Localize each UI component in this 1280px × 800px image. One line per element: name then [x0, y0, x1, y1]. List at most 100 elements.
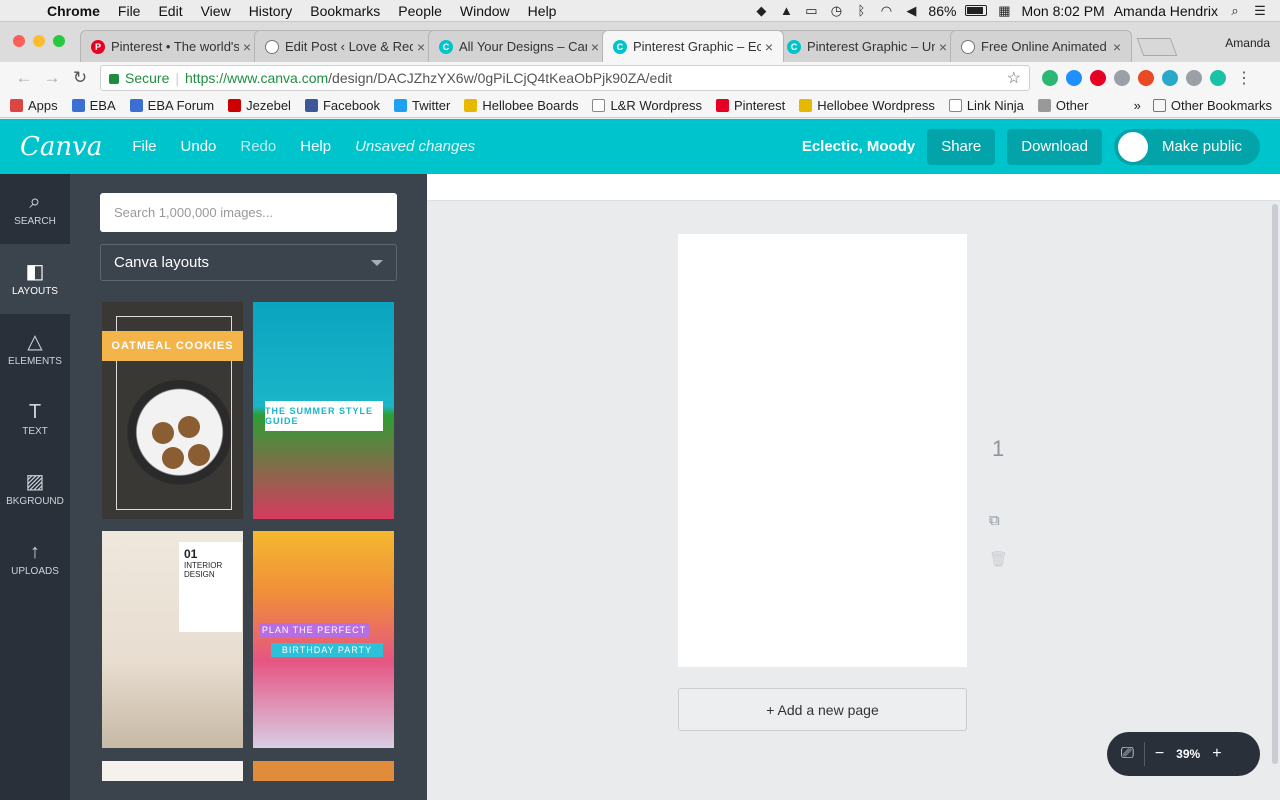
browser-tab[interactable]: Free Online Animated GIF ×	[950, 30, 1132, 62]
menu-app-chrome[interactable]: Chrome	[38, 3, 109, 19]
rail-item-bkground[interactable]: ▨ BKGROUND	[0, 454, 70, 524]
close-tab-icon[interactable]: ×	[591, 39, 599, 55]
keyboard-icon[interactable]: ▦	[996, 3, 1012, 18]
extension-octopus-icon[interactable]	[1162, 70, 1178, 86]
menu-bookmarks[interactable]: Bookmarks	[301, 3, 389, 19]
zoom-window-button[interactable]	[53, 35, 65, 47]
redo-button[interactable]: Redo	[240, 138, 276, 155]
help-menu[interactable]: Help	[300, 138, 331, 155]
display-icon[interactable]: ▭	[803, 3, 819, 18]
back-icon[interactable]: ←	[10, 68, 38, 88]
chrome-menu-icon[interactable]: ⋮	[1236, 68, 1252, 88]
close-tab-icon[interactable]: ×	[939, 39, 947, 55]
menu-history[interactable]: History	[240, 3, 302, 19]
volume-icon[interactable]: ◀	[903, 3, 919, 18]
bookmark-item[interactable]: EBA Forum	[129, 98, 214, 113]
pinterest-extension-icon[interactable]	[1090, 70, 1106, 86]
bookmark-item[interactable]: Link Ninja	[948, 98, 1024, 113]
layout-thumb-birthday[interactable]: PLAN THE PERFECT BIRTHDAY PARTY	[253, 531, 394, 748]
bookmark-item[interactable]: L&R Wordpress	[592, 98, 702, 113]
close-tab-icon[interactable]: ×	[417, 39, 425, 55]
battery-icon[interactable]	[965, 5, 988, 16]
bookmark-item[interactable]: Pinterest	[715, 98, 785, 113]
rail-item-search[interactable]: ⌕ SEARCH	[0, 174, 70, 244]
bookmark-item[interactable]: Facebook	[304, 98, 380, 113]
browser-tab[interactable]: P Pinterest • The world's ×	[80, 30, 262, 62]
bookmark-list: Apps EBA EBA Forum Jezebel Facebook Twitter He…	[10, 98, 1102, 113]
profile-button[interactable]: Amanda	[1225, 36, 1270, 50]
browser-tab[interactable]: C Pinterest Graphic – Untitled ×	[776, 30, 958, 62]
dropbox-icon[interactable]: ◆	[753, 3, 769, 18]
new-tab-button[interactable]	[1136, 38, 1178, 56]
image-search-input[interactable]: Search 1,000,000 images...	[100, 193, 397, 232]
file-menu[interactable]: File	[132, 138, 156, 155]
presentation-icon[interactable]: ⎚	[1121, 745, 1134, 763]
menu-people[interactable]: People	[389, 3, 451, 19]
download-button[interactable]: Download	[1007, 128, 1102, 165]
share-button[interactable]: Share	[927, 128, 996, 165]
bookmark-item[interactable]: Jezebel	[228, 98, 291, 113]
browser-tab[interactable]: C Pinterest Graphic – Eclectic ×	[602, 30, 784, 62]
make-public-toggle[interactable]: Make public	[1113, 128, 1260, 165]
extension-wave-icon[interactable]	[1066, 70, 1082, 86]
forward-icon[interactable]: →	[38, 68, 66, 88]
design-page[interactable]	[678, 234, 967, 667]
user-name[interactable]: Amanda Hendrix	[1114, 3, 1218, 19]
menu-edit[interactable]: Edit	[149, 3, 191, 19]
duplicate-page-icon[interactable]: ⧉	[989, 512, 1005, 530]
spotlight-icon[interactable]: ⌕	[1227, 3, 1243, 18]
layout-thumb-oatmeal[interactable]: OATMEAL COOKIES	[102, 302, 243, 519]
extension-k-icon[interactable]	[1114, 70, 1130, 86]
bookmark-item[interactable]: EBA	[71, 98, 116, 113]
canva-logo[interactable]: Canva	[20, 132, 102, 162]
stumbleupon-extension-icon[interactable]	[1138, 70, 1154, 86]
bookmark-item[interactable]: Twitter	[394, 98, 450, 113]
zoom-level[interactable]: 39%	[1176, 747, 1200, 761]
close-window-button[interactable]	[13, 35, 25, 47]
rail-item-layouts[interactable]: ◧ LAYOUTS	[0, 244, 70, 314]
delete-page-icon[interactable]: 🗑	[989, 550, 1008, 568]
close-tab-icon[interactable]: ×	[243, 39, 251, 55]
close-tab-icon[interactable]: ×	[765, 39, 773, 55]
menu-view[interactable]: View	[192, 3, 240, 19]
workspace-scrollbar[interactable]	[1272, 204, 1278, 764]
layout-thumb-interior[interactable]: 01 INTERIOR DESIGN	[102, 531, 243, 748]
bookmarks-more-icon[interactable]: »	[1134, 98, 1141, 113]
rail-item-text[interactable]: T TEXT	[0, 384, 70, 454]
bluetooth-icon[interactable]: ᛒ	[853, 3, 869, 18]
browser-tab[interactable]: C All Your Designs – Canva ×	[428, 30, 610, 62]
bookmark-item[interactable]: Apps	[10, 98, 58, 113]
zoom-in-button[interactable]: +	[1212, 745, 1221, 763]
rail-item-elements[interactable]: △ ELEMENTS	[0, 314, 70, 384]
bookmark-item[interactable]: Hellobee Wordpress	[799, 98, 935, 113]
undo-button[interactable]: Undo	[181, 138, 217, 155]
layout-source-select[interactable]: Canva layouts	[100, 244, 397, 281]
notification-center-icon[interactable]: ☰	[1252, 3, 1268, 18]
drive-icon[interactable]: ▲	[778, 3, 794, 18]
url-input[interactable]: Secure | https://www.canva.com /design/D…	[100, 65, 1030, 91]
add-page-button[interactable]: + Add a new page	[678, 688, 967, 731]
drive-extension-icon[interactable]	[1186, 70, 1202, 86]
design-title[interactable]: Eclectic, Moody	[802, 138, 915, 155]
bookmark-star-icon[interactable]: ☆	[1007, 68, 1021, 88]
reload-icon[interactable]: ↻	[66, 68, 94, 88]
layout-thumb-summer[interactable]: THE SUMMER STYLE GUIDE	[253, 302, 394, 519]
extension-new-icon[interactable]	[1042, 70, 1058, 86]
clock[interactable]: Mon 8:02 PM	[1021, 3, 1104, 19]
close-tab-icon[interactable]: ×	[1113, 39, 1121, 55]
wifi-icon[interactable]: ◠	[878, 3, 894, 18]
menu-help[interactable]: Help	[519, 3, 566, 19]
layout-thumb-partial[interactable]	[253, 761, 394, 781]
bookmark-item[interactable]: Hellobee Boards	[464, 98, 578, 113]
minimize-window-button[interactable]	[33, 35, 45, 47]
extension-m-icon[interactable]	[1210, 70, 1226, 86]
rail-item-uploads[interactable]: ↑ UPLOADS	[0, 524, 70, 594]
other-bookmarks[interactable]: Other Bookmarks	[1152, 98, 1272, 113]
bookmark-item[interactable]: Other	[1037, 98, 1088, 113]
zoom-out-button[interactable]: −	[1155, 745, 1164, 763]
menu-file[interactable]: File	[109, 3, 150, 19]
browser-tab[interactable]: Edit Post ‹ Love & Red ×	[254, 30, 436, 62]
layout-thumb-partial[interactable]	[102, 761, 243, 781]
menu-window[interactable]: Window	[451, 3, 519, 19]
time-machine-icon[interactable]: ◷	[828, 3, 844, 18]
